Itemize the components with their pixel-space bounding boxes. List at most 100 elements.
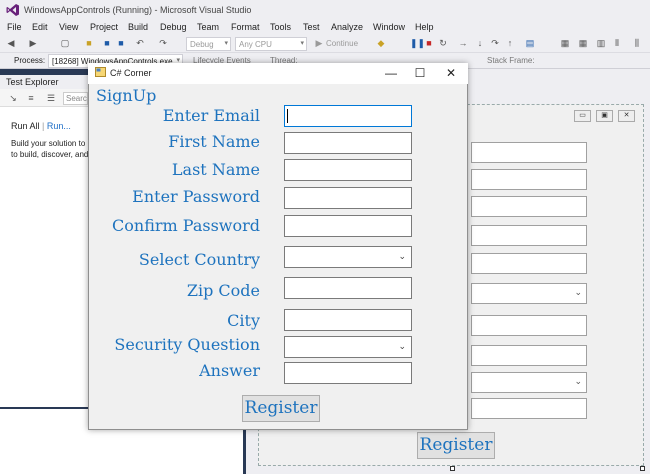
menu-help[interactable]: Help: [415, 22, 434, 32]
designer-textbox[interactable]: [471, 315, 587, 336]
email-field[interactable]: [284, 105, 412, 127]
layout-icon[interactable]: ▦: [578, 38, 588, 49]
dialog-title: C# Corner: [110, 68, 152, 78]
designer-close-icon: ✕: [618, 110, 635, 122]
undo-icon[interactable]: ↶: [135, 38, 145, 49]
designer-combobox[interactable]: ⌄: [471, 372, 587, 393]
menu-edit[interactable]: Edit: [32, 22, 48, 32]
menu-test[interactable]: Test: [303, 22, 320, 32]
designer-register-button[interactable]: Register: [417, 432, 495, 459]
save-icon[interactable]: ■: [102, 38, 112, 49]
test-explorer-message-line: Build your solution to: [11, 139, 86, 148]
menu-team[interactable]: Team: [197, 22, 219, 32]
close-icon[interactable]: ✕: [437, 64, 465, 82]
designer-textbox[interactable]: [471, 253, 587, 274]
spacing-icon[interactable]: ⫴: [612, 38, 622, 49]
maximize-icon[interactable]: ☐: [406, 64, 434, 82]
continue-icon[interactable]: ▶: [314, 38, 324, 49]
step-over-icon[interactable]: ↷: [490, 38, 500, 49]
designer-textbox[interactable]: [471, 345, 587, 366]
spacing-icon[interactable]: ⫼: [632, 38, 642, 49]
menu-project[interactable]: Project: [90, 22, 118, 32]
designer-textbox[interactable]: [471, 398, 587, 419]
window-title: WindowsAppControls (Running) - Microsoft…: [24, 5, 252, 15]
test-run-bar: Run All | Run...: [11, 121, 71, 131]
playlist-icon[interactable]: ☰: [46, 93, 56, 104]
designer-combobox[interactable]: ⌄: [471, 283, 587, 304]
answer-label: Answer: [199, 361, 260, 380]
designer-maximize-icon: ▣: [596, 110, 613, 122]
open-folder-icon[interactable]: ■: [84, 38, 94, 49]
minimize-icon[interactable]: —: [377, 64, 405, 82]
new-project-icon[interactable]: ▢: [60, 38, 70, 49]
designer-textbox[interactable]: [471, 142, 587, 163]
solution-config-combo[interactable]: Debug ▾: [186, 37, 231, 51]
redo-icon[interactable]: ↷: [158, 38, 168, 49]
test-explorer-message: Build your solution to to build, discove…: [11, 138, 88, 160]
run-tests-icon[interactable]: ↘: [8, 93, 18, 104]
country-select[interactable]: ⌄: [284, 246, 412, 268]
stack-frame-label: Stack Frame:: [487, 56, 535, 65]
designer-textbox[interactable]: [471, 196, 587, 217]
menu-debug[interactable]: Debug: [160, 22, 187, 32]
run-all-link[interactable]: Run All: [11, 121, 40, 131]
chevron-down-icon: ⌄: [398, 251, 406, 261]
step-out-icon[interactable]: ↑: [505, 38, 515, 49]
menu-analyze[interactable]: Analyze: [331, 22, 363, 32]
answer-field[interactable]: [284, 362, 412, 384]
menu-format[interactable]: Format: [231, 22, 260, 32]
pause-icon[interactable]: ❚❚: [410, 38, 425, 49]
test-explorer-title: Test Explorer: [6, 77, 59, 87]
chevron-down-icon: ⌄: [574, 376, 582, 386]
last-name-field[interactable]: [284, 159, 412, 181]
menu-view[interactable]: View: [59, 22, 78, 32]
zip-code-label: Zip Code: [186, 281, 260, 300]
chevron-down-icon: ⌄: [398, 341, 406, 351]
forward-icon[interactable]: ▶: [28, 38, 38, 49]
menu-tools[interactable]: Tools: [270, 22, 291, 32]
test-explorer-message-line: to build, discover, and: [11, 150, 88, 159]
group-by-icon[interactable]: ≡: [26, 93, 36, 104]
designer-minimize-icon: ▭: [574, 110, 591, 122]
register-button[interactable]: Register: [242, 395, 320, 422]
first-name-label: First Name: [168, 132, 260, 151]
align-icon[interactable]: ▤: [525, 38, 535, 49]
run-menu-link[interactable]: Run...: [47, 121, 71, 131]
step-into-icon[interactable]: ↓: [475, 38, 485, 49]
password-field[interactable]: [284, 187, 412, 209]
confirm-password-field[interactable]: [284, 215, 412, 237]
process-label: Process:: [14, 56, 46, 65]
menu-file[interactable]: File: [7, 22, 22, 32]
menu-build[interactable]: Build: [128, 22, 148, 32]
designer-textbox[interactable]: [471, 169, 587, 190]
back-icon[interactable]: ◀: [6, 38, 16, 49]
continue-button[interactable]: Continue: [326, 39, 358, 48]
designer-textbox[interactable]: [471, 225, 587, 246]
solution-platform-value: Any CPU: [239, 40, 272, 49]
city-field[interactable]: [284, 309, 412, 331]
debug-target-icon[interactable]: ◆: [376, 38, 386, 49]
country-label: Select Country: [138, 250, 260, 269]
standard-toolbar: ◀ ▶ ▢ ■ ■ ■ ↶ ↷ Debug ▾ Any CPU ▾ ▶ Cont…: [0, 35, 650, 53]
security-question-select[interactable]: ⌄: [284, 336, 412, 358]
vs-title-bar: WindowsAppControls (Running) - Microsoft…: [0, 0, 650, 20]
show-next-statement-icon[interactable]: →: [458, 38, 468, 49]
first-name-field[interactable]: [284, 132, 412, 154]
layout-icon[interactable]: ▥: [596, 38, 606, 49]
city-label: City: [227, 311, 260, 330]
restart-icon[interactable]: ↻: [438, 38, 448, 49]
test-search-input[interactable]: Search: [63, 92, 88, 105]
chevron-down-icon: ▾: [224, 40, 228, 47]
layout-icon[interactable]: ▦: [560, 38, 570, 49]
save-all-icon[interactable]: ■: [116, 38, 126, 49]
resize-handle[interactable]: [640, 466, 645, 471]
confirm-password-label: Confirm Password: [112, 216, 260, 235]
solution-platform-combo[interactable]: Any CPU ▾: [235, 37, 307, 51]
zip-code-field[interactable]: [284, 277, 412, 299]
test-explorer-header: Test Explorer: [0, 75, 88, 89]
stop-icon[interactable]: ■: [424, 38, 434, 49]
chevron-down-icon: ⌄: [574, 287, 582, 297]
resize-handle[interactable]: [450, 466, 455, 471]
menu-window[interactable]: Window: [373, 22, 405, 32]
signup-group-title: SignUp: [96, 86, 157, 105]
